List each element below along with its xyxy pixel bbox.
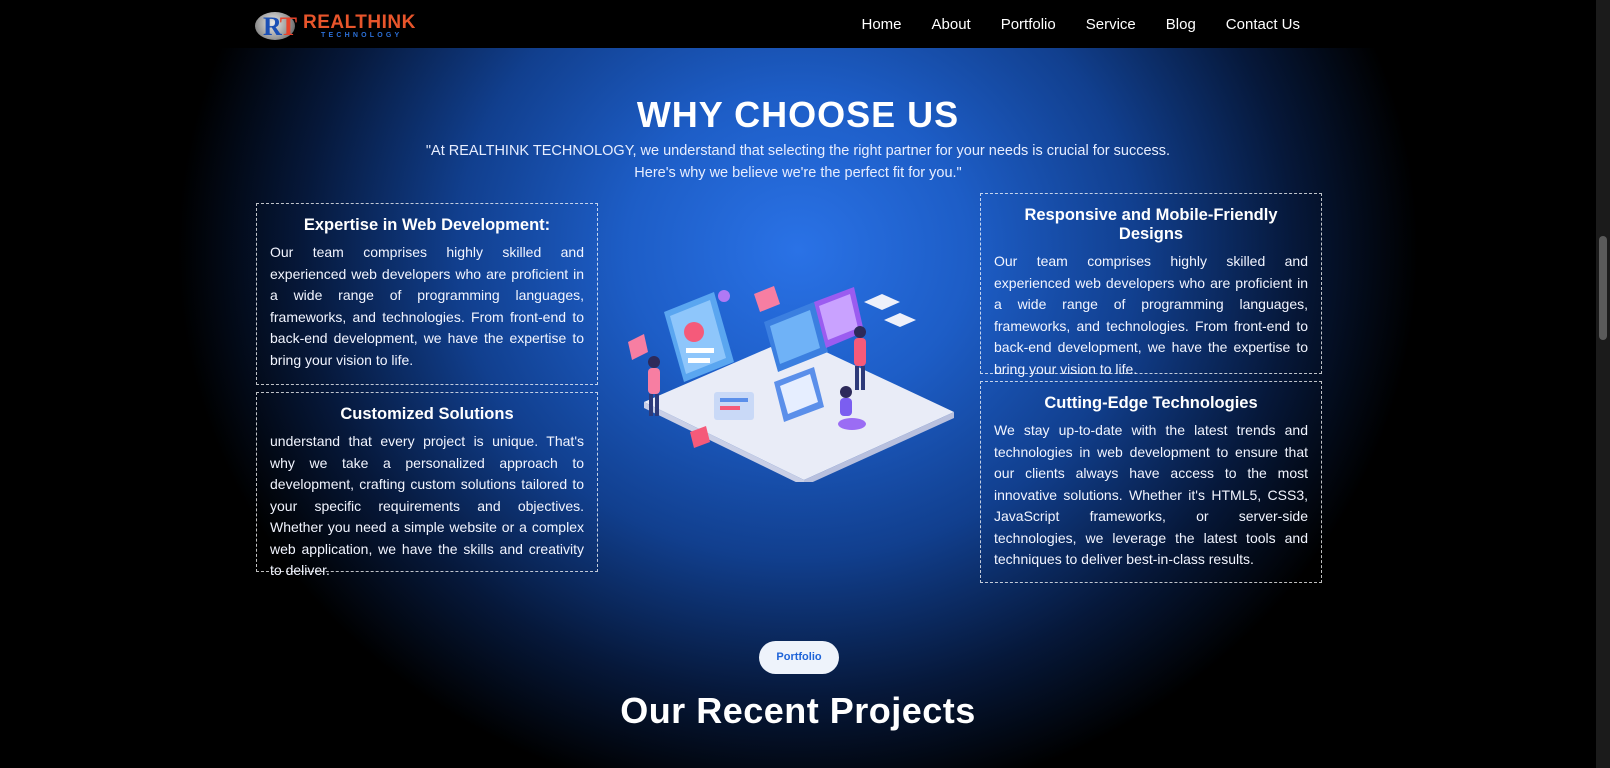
nav-link-service[interactable]: Service	[1086, 16, 1136, 33]
card-body: understand that every project is unique.…	[270, 433, 584, 578]
nav-link-blog[interactable]: Blog	[1166, 16, 1196, 33]
card-title: Expertise in Web Development:	[303, 216, 551, 234]
card-body: We stay up-to-date with the latest trend…	[994, 422, 1308, 567]
feature-card-web-development: Expertise in Web Development: Our team c…	[256, 203, 598, 385]
nav-link-portfolio[interactable]: Portfolio	[1001, 16, 1056, 33]
feature-card-cutting-edge: Cutting-Edge Technologies We stay up-to-…	[980, 381, 1322, 583]
nav-link-contact[interactable]: Contact Us	[1226, 16, 1300, 33]
web-development-illustration	[614, 282, 962, 486]
nav-link-home[interactable]: Home	[861, 16, 901, 33]
portfolio-pill-button[interactable]: Portfolio	[759, 641, 839, 674]
page-scrollbar[interactable]	[1596, 0, 1610, 768]
feature-card-customized-solutions: Customized Solutions understand that eve…	[256, 392, 598, 578]
card-title: Customized Solutions	[340, 405, 514, 423]
projects-title: Our Recent Projects	[620, 690, 976, 731]
card-title: Cutting-Edge Technologies	[1044, 394, 1258, 412]
intro-line-2: Here's why we believe we're the perfect …	[634, 165, 962, 181]
card-body: Our team comprises highly skilled and ex…	[270, 244, 584, 368]
logo-brand: REALTHINK	[303, 11, 416, 33]
section-title: WHY CHOOSE US	[636, 94, 960, 135]
scrollbar-thumb[interactable]	[1599, 236, 1607, 340]
logo[interactable]: RT REALTHINK TECHNOLOGY	[255, 9, 419, 43]
navbar: RT REALTHINK TECHNOLOGY Home About Portf…	[0, 0, 1596, 48]
logo-text: REALTHINK TECHNOLOGY	[303, 13, 416, 40]
logo-tagline: TECHNOLOGY	[321, 31, 403, 39]
card-title: Responsive and Mobile-Friendly Designs	[1024, 206, 1278, 243]
nav-link-about[interactable]: About	[932, 16, 971, 33]
intro-line-1: "At REALTHINK TECHNOLOGY, we understand …	[425, 143, 1171, 159]
page-background: RT REALTHINK TECHNOLOGY Home About Portf…	[0, 0, 1596, 768]
section-intro: "At REALTHINK TECHNOLOGY, we understand …	[400, 140, 1196, 184]
feature-card-responsive-design: Responsive and Mobile-Friendly Designs O…	[980, 193, 1322, 377]
nav-links: Home About Portfolio Service Blog Contac…	[831, 0, 1300, 48]
card-body: Our team comprises highly skilled and ex…	[994, 253, 1308, 377]
logo-mark-icon: RT	[255, 11, 299, 41]
